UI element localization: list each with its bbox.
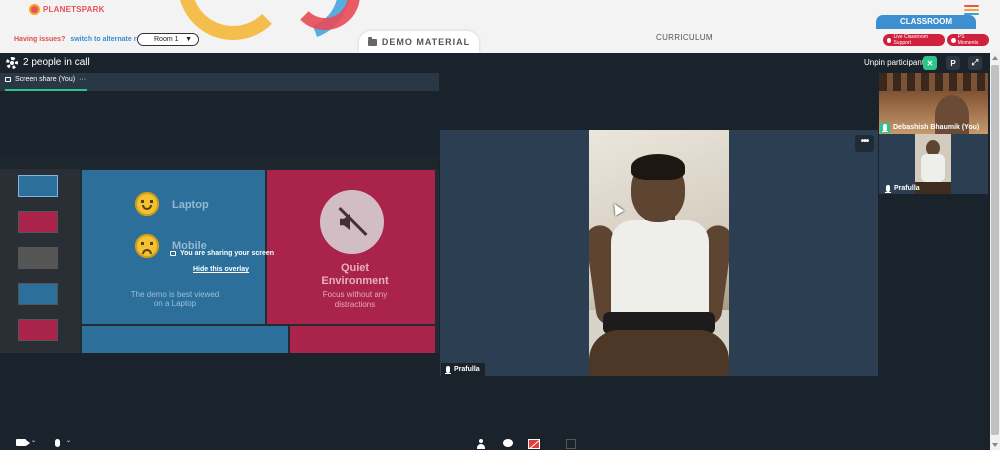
call-header: 2 people in call Unpin participant ✕ P ⤢ [0,53,990,73]
support-icon [887,37,892,43]
slide-quiet-subtitle: Focus without any distractions [305,290,405,310]
slide-thumbnail [18,319,58,341]
presentation-toolbar [0,155,439,169]
slide-thumbnail [18,211,58,233]
hamburger-line [964,13,979,15]
monitor-icon [5,77,11,82]
issues-text: Having issues? [14,36,66,43]
monitor-icon [170,251,176,256]
app-logo[interactable]: PLANETSPARK [29,4,105,15]
participants-icon[interactable] [477,439,485,449]
folder-icon [367,36,377,46]
slide-panel [82,326,288,353]
speaker-muted-icon [320,190,384,254]
slide-demo-note: The demo is best viewed on a Laptop [110,290,240,308]
chevron-down-icon[interactable]: ⌄ [31,437,36,444]
participant-name-tag: Prafulla [441,363,485,376]
screen-share-tab[interactable]: Screen share (You) ··· [5,76,86,83]
demo-material-button[interactable]: DEMO MATERIAL [359,31,479,53]
thumbnail-participant-name: Prafulla [894,185,920,192]
layout-grid-icon[interactable] [566,439,576,449]
slide-quiet-title: Quiet Environment [305,262,405,288]
room-select-value: Room 1 [154,36,179,43]
slide-thumbnail [18,283,58,305]
call-controls-bar: ⌄ ⌄ [0,436,990,450]
screen-share-tabbar: Screen share (You) ··· [0,73,439,91]
slide-thumbnails [0,169,80,353]
screen-share-more[interactable]: ··· [79,76,86,83]
unpin-close-button[interactable]: ✕ [923,56,937,70]
mic-icon [445,366,451,374]
hamburger-line [964,9,979,11]
mic-icon [885,185,891,193]
slide-thumbnail [18,247,58,269]
logo-text: PLANETSPARK [43,5,105,14]
classroom-support-label: Live Classroom Support [893,34,928,46]
participant-name: Prafulla [454,366,480,373]
chat-icon[interactable] [503,439,513,447]
slide-demo-note-line: The demo is best viewed [130,290,220,299]
unpin-participant-label: Unpin participant [864,58,925,67]
slide-quiet-title-line: Quiet [340,262,370,274]
page-scrollbar[interactable] [990,53,1000,450]
hamburger-menu-icon[interactable] [964,5,979,17]
slide-quiet-sub-line: distractions [334,300,376,309]
sad-face-icon [135,234,159,258]
slide-panel [290,326,435,353]
top-bar: PLANETSPARK Having issues? switch to alt… [0,0,1000,53]
thumbnail-name-tag: Prafulla [881,182,925,195]
demo-material-label: DEMO MATERIAL [381,37,471,47]
gear-icon[interactable] [6,57,18,69]
sharing-notice-text: You are sharing your screen [180,250,275,257]
hide-overlay-link[interactable]: Hide this overlay [193,266,249,273]
more-options-button[interactable]: ••• [855,135,874,152]
people-in-call: 2 people in call [23,57,90,68]
mic-active-icon [880,122,890,133]
slide-thumbnail [18,175,58,197]
scroll-up-arrow-icon[interactable] [992,56,998,60]
slide-demo-note-line: on a Laptop [153,299,197,308]
camera-icon[interactable] [16,439,30,446]
scroll-down-arrow-icon[interactable] [992,443,998,447]
ps-moments-button[interactable]: PS Moments [947,34,989,46]
moments-icon [951,37,956,43]
pin-button[interactable]: P [946,56,960,70]
fullscreen-button[interactable]: ⤢ [968,56,982,70]
room-select[interactable]: Room 1 ▼ [137,33,199,46]
stop-share-icon[interactable] [528,439,540,449]
issues-notice: Having issues? switch to alternate room [14,36,151,43]
screen-share-tab-label: Screen share (You) [15,76,76,83]
sharing-notice: You are sharing your screen [170,250,274,257]
smiley-icon [135,192,159,216]
slide-quiet-title-line: Environment [321,275,389,287]
hamburger-line [964,5,979,7]
classroom-support-button[interactable]: Live Classroom Support [883,34,945,46]
caret-down-icon: ▼ [185,36,192,43]
curriculum-tab[interactable]: CURRICULUM [656,33,713,42]
participant-video [589,130,729,376]
scrollbar-thumb[interactable] [991,65,999,435]
logo-mark-icon [29,4,40,15]
classroom-tab[interactable]: CLASSROOM [876,15,976,29]
slide-word-laptop: Laptop [172,199,209,211]
self-name: Debashish Bhaumik (You) [893,124,980,131]
chevron-down-icon[interactable]: ⌄ [66,437,71,444]
microphone-icon[interactable] [55,439,60,447]
self-name-tag: Debashish Bhaumik (You) [880,122,979,133]
ps-moments-label: PS Moments [957,34,979,46]
slide-quiet-sub-line: Focus without any [322,290,388,299]
